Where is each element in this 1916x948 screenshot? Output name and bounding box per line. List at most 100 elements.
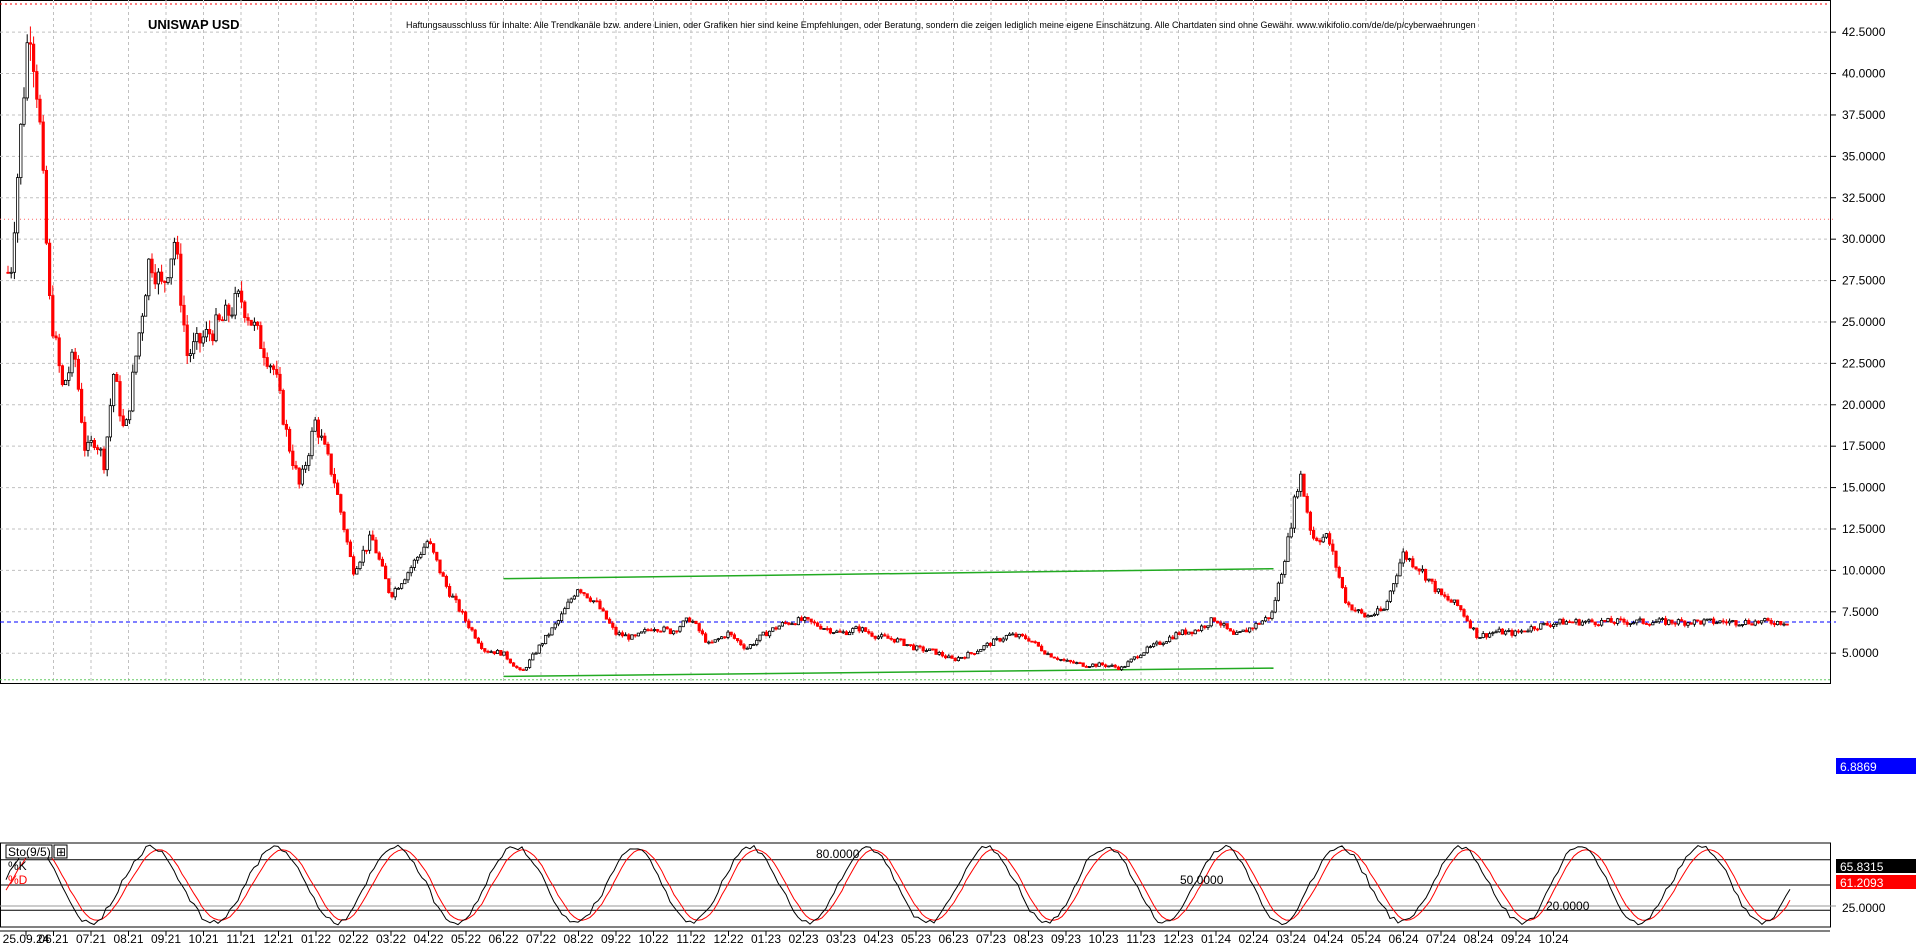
- candle-body: [127, 410, 132, 421]
- candle-body: [876, 636, 881, 639]
- candle-body: [748, 644, 753, 649]
- candle-body: [175, 241, 180, 255]
- candle-body: [924, 650, 929, 652]
- candle-body: [367, 534, 372, 551]
- d-value-label: 61.2093: [1840, 876, 1884, 890]
- candle-body: [377, 552, 381, 560]
- candle-body: [1555, 622, 1559, 625]
- candle-body: [348, 541, 353, 558]
- candle-body: [246, 317, 250, 321]
- candle-body: [1692, 619, 1696, 625]
- candle-body: [486, 650, 490, 653]
- candle-body: [1068, 659, 1072, 663]
- candle-body: [159, 271, 164, 282]
- candle-body: [1254, 622, 1258, 629]
- candle-body: [1049, 653, 1053, 658]
- candle-body: [550, 627, 554, 636]
- candle-body: [1062, 658, 1066, 661]
- candle-body: [1772, 622, 1776, 626]
- candle-body: [1404, 551, 1408, 560]
- candle-body: [892, 638, 897, 643]
- candle-body: [1308, 511, 1312, 531]
- candle-body: [531, 653, 535, 661]
- candle-body: [1270, 611, 1274, 619]
- candle-body: [1728, 620, 1732, 624]
- candle-body: [371, 534, 375, 541]
- candle-body: [25, 42, 29, 99]
- candle-body: [262, 348, 266, 358]
- candle-body: [1203, 625, 1207, 628]
- candle-body: [627, 634, 631, 640]
- disclaimer-text: Haftungsausschluss für Inhalte: Alle Tre…: [406, 20, 1476, 30]
- candle-body: [1222, 623, 1226, 626]
- candle-body: [614, 626, 618, 635]
- candle-body: [1116, 666, 1120, 670]
- candle-body: [1596, 624, 1600, 627]
- candle-body: [399, 583, 404, 589]
- candle-body: [297, 467, 301, 485]
- candle-body: [1280, 574, 1284, 584]
- candle-body: [326, 443, 330, 455]
- candle-body: [1680, 619, 1684, 622]
- y-tick-label: 25.0000: [1842, 315, 1886, 329]
- candle-body: [1561, 618, 1565, 625]
- candle-body: [1776, 621, 1780, 626]
- candle-body: [1369, 615, 1373, 618]
- candle-body: [1152, 643, 1156, 647]
- candle-body: [1568, 621, 1572, 624]
- candle-body: [431, 543, 436, 553]
- plus-icon[interactable]: ⊞: [56, 845, 66, 859]
- candle-body: [1760, 620, 1764, 624]
- candle-body: [972, 653, 977, 655]
- candle-body: [848, 631, 852, 636]
- candle-body: [646, 629, 650, 631]
- candle-body: [1328, 533, 1332, 545]
- candle-body: [1478, 637, 1482, 639]
- candle-body: [1052, 656, 1056, 659]
- candle-body: [1180, 629, 1184, 635]
- candle-body: [1337, 566, 1341, 578]
- candle-body: [1545, 622, 1549, 626]
- candle-body: [928, 648, 932, 651]
- candle-body: [918, 645, 922, 648]
- candle-body: [1497, 628, 1501, 633]
- candle-body: [383, 565, 388, 580]
- candle-body: [310, 430, 314, 457]
- candle-body: [659, 630, 663, 633]
- candle-body: [387, 578, 391, 593]
- candle-body: [166, 277, 170, 283]
- candle-body: [1606, 618, 1610, 622]
- candle-body: [835, 630, 839, 633]
- candle-body: [1523, 630, 1527, 633]
- candle-body: [1126, 661, 1130, 668]
- candle-body: [710, 641, 714, 644]
- candle-body: [537, 644, 541, 654]
- candle-body: [1417, 568, 1421, 572]
- candle-body: [479, 642, 484, 649]
- candle-body: [323, 435, 327, 445]
- candle-body: [1462, 609, 1466, 617]
- candle-body: [662, 626, 666, 632]
- candle-body: [908, 644, 913, 646]
- candle-body: [1395, 575, 1399, 585]
- candle-body: [307, 455, 311, 466]
- candle-body: [38, 98, 42, 123]
- candle-body: [198, 333, 202, 344]
- candle-body: [547, 634, 551, 637]
- candle-body: [1456, 599, 1460, 607]
- candle-body: [1753, 620, 1757, 626]
- candle-body: [1500, 628, 1504, 635]
- candle-body: [806, 616, 810, 620]
- candle-body: [271, 365, 276, 370]
- candle-body: [809, 618, 813, 623]
- candle-body: [633, 634, 637, 637]
- candle-body: [1097, 662, 1101, 667]
- candle-body: [963, 656, 967, 659]
- y-tick-label: 5.0000: [1842, 646, 1879, 660]
- candle-body: [1584, 620, 1588, 623]
- candle-body: [76, 358, 80, 390]
- candle-body: [540, 643, 545, 646]
- candle-body: [201, 336, 205, 344]
- candle-body: [1014, 633, 1018, 638]
- candle-body: [1449, 599, 1453, 603]
